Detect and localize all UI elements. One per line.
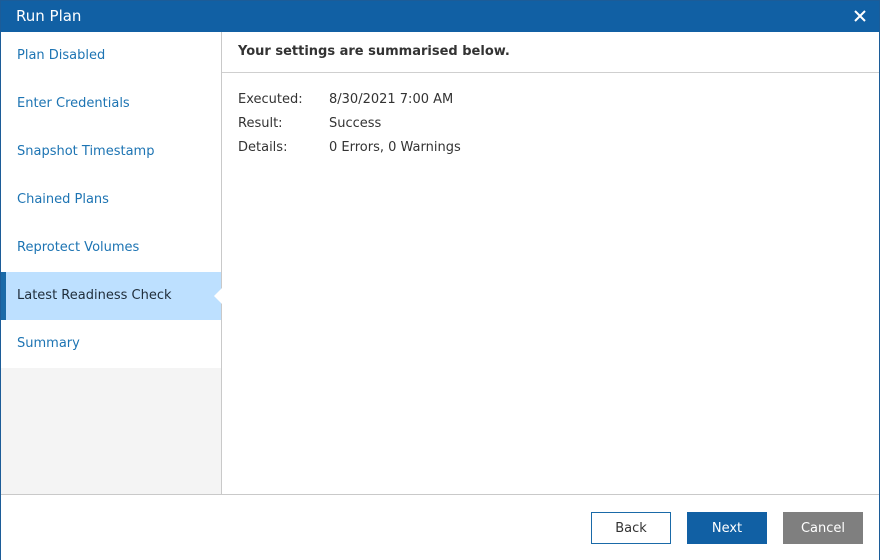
sidebar-item-enter-credentials[interactable]: Enter Credentials	[1, 80, 221, 128]
sidebar-item-plan-disabled[interactable]: Plan Disabled	[1, 32, 221, 80]
summary-row-result: Result: Success	[238, 115, 879, 139]
summary-row-executed: Executed: 8/30/2021 7:00 AM	[238, 91, 879, 115]
summary-key: Executed:	[238, 92, 303, 107]
sidebar-item-reprotect-volumes[interactable]: Reprotect Volumes	[1, 224, 221, 272]
dialog-title: Run Plan	[16, 7, 82, 25]
sidebar-item-summary[interactable]: Summary	[1, 320, 221, 368]
summary-list: Executed: 8/30/2021 7:00 AM Result: Succ…	[222, 73, 879, 163]
cancel-button[interactable]: Cancel	[783, 512, 863, 544]
summary-value: 8/30/2021 7:00 AM	[329, 92, 454, 107]
summary-row-details: Details: 0 Errors, 0 Warnings	[238, 139, 879, 163]
close-icon[interactable]	[848, 4, 872, 28]
sidebar-item-chained-plans[interactable]: Chained Plans	[1, 176, 221, 224]
wizard-sidebar: Plan Disabled Enter Credentials Snapshot…	[1, 32, 222, 494]
summary-value: Success	[329, 116, 382, 131]
summary-value: 0 Errors, 0 Warnings	[329, 140, 461, 155]
dialog-footer: Back Next Cancel	[1, 494, 879, 560]
run-plan-dialog: Run Plan Plan Disabled Enter Credentials…	[0, 0, 880, 560]
summary-key: Result:	[238, 116, 283, 131]
sidebar-item-snapshot-timestamp[interactable]: Snapshot Timestamp	[1, 128, 221, 176]
summary-key: Details:	[238, 140, 288, 155]
next-button[interactable]: Next	[687, 512, 767, 544]
page-header: Your settings are summarised below.	[222, 32, 879, 73]
title-bar: Run Plan	[1, 1, 879, 32]
main-content: Your settings are summarised below. Exec…	[222, 32, 879, 494]
back-button[interactable]: Back	[591, 512, 671, 544]
sidebar-item-latest-readiness-check[interactable]: Latest Readiness Check	[1, 272, 222, 320]
